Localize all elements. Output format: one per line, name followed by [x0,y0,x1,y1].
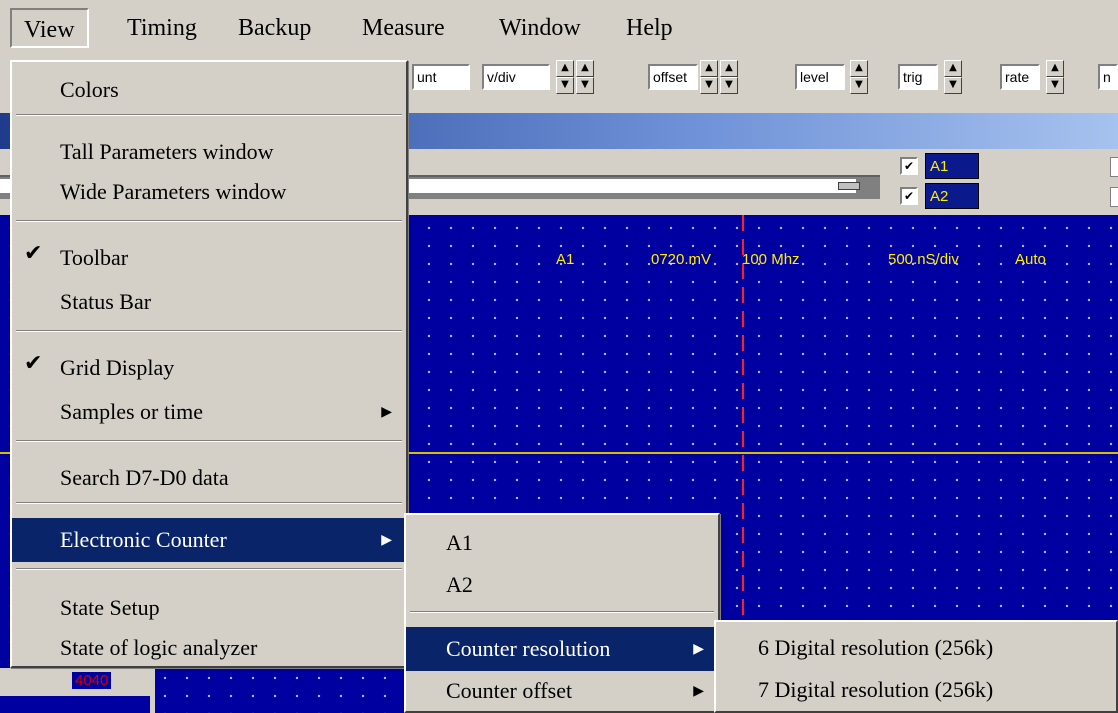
scope-volts-readout: 0720.mV [651,251,712,268]
scope-mode-readout: Auto [1015,251,1046,268]
a1-channel-label: A1 [925,153,979,179]
status-value: 4040 [72,672,112,689]
scope-timebase-readout: 500.nS/div [888,251,959,268]
trig-spinner[interactable]: ▲ ▼ [944,60,962,94]
offset-coarse-spinner[interactable]: ▲ ▼ [700,60,718,94]
menu-view[interactable]: View [10,8,89,48]
level-spinner[interactable]: ▲ ▼ [850,60,868,94]
menu-item-state-setup[interactable]: State Setup [12,586,406,630]
menu-separator [16,220,402,222]
count-field[interactable]: unt [412,64,470,90]
menu-item-counter-offset[interactable]: Counter offset ▶ [406,669,718,713]
resolution-submenu: 6 Digital resolution (256k) 7 Digital re… [714,620,1118,713]
submenu-arrow-icon: ▶ [693,683,704,699]
menu-item-status-bar[interactable]: Status Bar [12,280,406,324]
menu-item-counter-a2[interactable]: A2 [406,563,718,607]
scope-channel-readout: A1 [556,251,575,268]
menu-measure[interactable]: Measure [362,14,445,42]
menu-item-7-digit-resolution[interactable]: 7 Digital resolution (256k) [716,668,1116,712]
scrollbar-grip[interactable] [838,182,860,190]
menu-separator [16,440,402,442]
menu-item-samples-or-time[interactable]: Samples or time ▶ [12,390,406,434]
a2-channel-label: A2 [925,183,979,209]
offset-field[interactable]: offset [648,64,698,90]
menu-help[interactable]: Help [626,14,673,42]
rate-spinner[interactable]: ▲ ▼ [1046,60,1064,94]
trig-field[interactable]: trig [898,64,938,90]
level-field[interactable]: level [795,64,845,90]
side-box-1[interactable] [1110,157,1118,177]
menu-separator [16,502,402,504]
scope-bandwidth-readout: 100 Mhz [742,251,800,268]
menu-separator [16,568,402,570]
status-strip [0,696,150,713]
status-panel: 4040 [0,668,155,713]
menu-separator [16,330,402,332]
menu-timing[interactable]: Timing [127,14,197,42]
menu-item-search-d7-d0[interactable]: Search D7-D0 data [12,456,406,500]
vdiv-field[interactable]: v/div [482,64,550,90]
submenu-arrow-icon: ▶ [693,641,704,657]
menu-item-tall-parameters[interactable]: Tall Parameters window [12,130,406,174]
menu-separator [16,114,402,116]
check-icon: ✔ [24,241,43,266]
counter-submenu: A1 A2 Counter resolution ▶ Counter offse… [404,513,720,713]
menu-item-colors[interactable]: Colors [12,68,406,112]
side-box-2[interactable] [1110,187,1118,207]
a1-checkbox[interactable]: ✔ [900,157,918,175]
menu-bar: View Timing Backup Measure Window Help [0,0,1118,53]
view-menu: Colors Tall Parameters window Wide Param… [10,60,408,668]
menu-window[interactable]: Window [499,14,581,42]
check-icon: ✔ [24,351,43,376]
menu-item-6-digit-resolution[interactable]: 6 Digital resolution (256k) [716,626,1116,670]
a2-checkbox[interactable]: ✔ [900,187,918,205]
menu-item-electronic-counter[interactable]: Electronic Counter ▶ [12,518,406,562]
menu-item-toolbar[interactable]: ✔ Toolbar [12,236,406,280]
menu-separator [410,611,714,613]
vdiv-coarse-spinner[interactable]: ▲ ▼ [556,60,574,94]
menu-backup[interactable]: Backup [238,14,311,42]
offset-fine-spinner[interactable]: ▲ ▼ [720,60,738,94]
menu-item-counter-resolution[interactable]: Counter resolution ▶ [406,627,718,671]
menu-item-grid-display[interactable]: ✔ Grid Display [12,346,406,390]
menu-item-counter-a1[interactable]: A1 [406,521,718,565]
menu-item-wide-parameters[interactable]: Wide Parameters window [12,170,406,214]
submenu-arrow-icon: ▶ [381,404,392,420]
extra-field[interactable]: n [1098,64,1118,90]
submenu-arrow-icon: ▶ [381,532,392,548]
rate-field[interactable]: rate [1000,64,1040,90]
vdiv-fine-spinner[interactable]: ▲ ▼ [576,60,594,94]
menu-item-state-of-logic-analyzer[interactable]: State of logic analyzer [12,626,406,670]
